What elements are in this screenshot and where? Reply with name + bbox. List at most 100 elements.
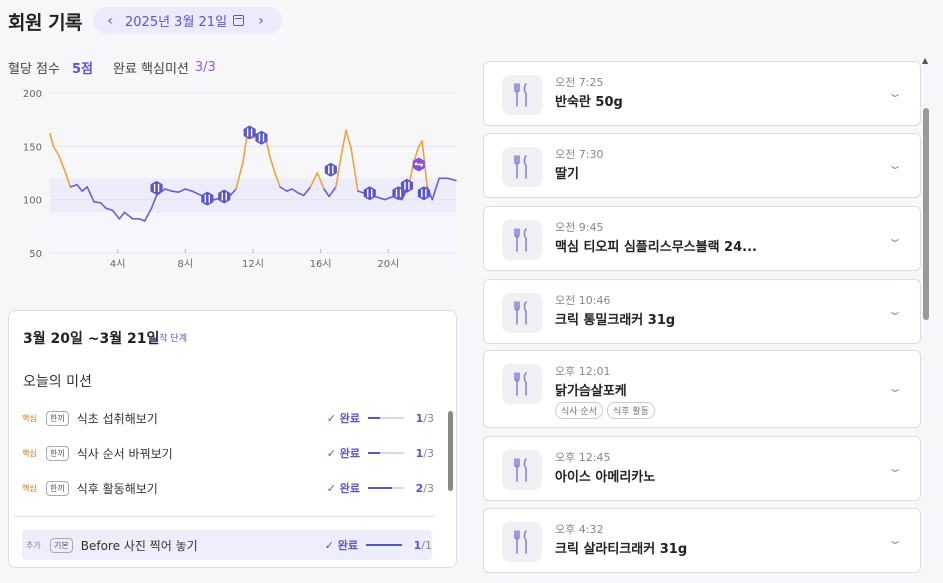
mission-kind: 핵심 <box>22 448 37 458</box>
meal-card[interactable]: 오전 7:30 딸기 ⌄ <box>483 133 921 198</box>
meal-name: 반숙란 50g <box>555 95 623 110</box>
meal-time: 오전 10:46 <box>555 294 611 307</box>
mission-done: ✓ 완료 <box>324 539 358 552</box>
mission-row[interactable]: 핵심 한끼 식초 섭취해보기 ✓ 완료 1/3 <box>22 403 434 433</box>
today-missions-heading: 오늘의 미션 <box>23 374 92 390</box>
utensils-icon <box>502 449 542 490</box>
mission-kind: 핵심 <box>22 483 37 493</box>
x-tick-label: 20시 <box>377 258 399 270</box>
mission-row[interactable]: 핵심 한끼 식사 순서 바꿔보기 ✓ 완료 1/3 <box>22 438 434 468</box>
y-tick-label: 200 <box>23 89 42 100</box>
mission-progress-count: 1/3 <box>415 411 434 425</box>
utensils-icon <box>502 146 542 187</box>
glucose-chart: 200 150 100 50 4시 8시 12시 16시 20시 <box>23 89 457 270</box>
chevron-down-icon[interactable]: ⌄ <box>887 304 903 318</box>
utensils-icon <box>502 364 542 404</box>
utensils-icon <box>502 219 542 260</box>
chevron-down-icon[interactable]: ⌄ <box>887 461 903 475</box>
meal-tags: 식사 순서 식후 활동 <box>555 402 655 419</box>
glucose-line-segment <box>171 190 180 193</box>
meal-card[interactable]: 오후 12:45 아이스 아메리카노 ⌄ <box>483 436 921 501</box>
scroll-up-icon[interactable]: ▲ <box>922 56 928 65</box>
mission-row[interactable]: 추가 기본 Before 사진 찍어 놓기 ✓ 완료 1/1 <box>22 530 432 560</box>
utensils-icon <box>502 292 542 333</box>
chevron-right-icon[interactable]: › <box>254 13 268 29</box>
glucose-line-segment <box>340 129 347 158</box>
mission-name: 식초 섭취해보기 <box>76 411 158 426</box>
meal-name: 아이스 아메리카노 <box>555 470 656 485</box>
glucose-score-label: 혈당 점수 <box>8 62 60 77</box>
core-missions-value: 3/3 <box>194 60 216 75</box>
x-tick-label: 16시 <box>310 258 332 270</box>
y-tick-label: 50 <box>29 249 42 260</box>
meal-name: 닭가슴살포케 <box>555 384 627 399</box>
meal-name: 딸기 <box>555 167 579 182</box>
meal-name: 크릭 통밀크래커 31g <box>555 313 676 328</box>
chevron-left-icon[interactable]: ‹ <box>103 13 117 29</box>
chevron-down-icon[interactable]: ⌄ <box>887 231 903 245</box>
mission-kind: 추가 <box>26 540 41 550</box>
x-tick-label: 12시 <box>242 258 264 270</box>
meal-time: 오후 4:32 <box>555 523 604 536</box>
glucose-line-segment <box>49 132 55 148</box>
chevron-down-icon[interactable]: ⌄ <box>887 533 903 547</box>
x-tick-label: 8시 <box>178 258 194 270</box>
mission-name: Before 사진 찍어 놓기 <box>80 538 198 553</box>
mission-kind: 핵심 <box>22 413 37 423</box>
meal-time: 오후 12:45 <box>555 451 611 464</box>
mission-done: ✓ 완료 <box>326 412 360 425</box>
meal-card[interactable]: 오전 9:45 맥심 티오피 심플리스무스블랙 24... ⌄ <box>483 206 921 271</box>
date-selector[interactable]: ‹ 2025년 3월 21일 › <box>93 7 282 34</box>
mission-row[interactable]: 핵심 한끼 식후 활동해보기 ✓ 완료 2/3 <box>22 473 434 503</box>
meal-time: 오전 7:30 <box>555 148 604 161</box>
meal-card[interactable]: 오후 12:01 닭가슴살포케 ⌄ 식사 순서 식후 활동 <box>483 350 921 428</box>
chevron-down-icon[interactable]: ⌄ <box>887 86 903 100</box>
meal-name: 크릭 살라티크래커 31g <box>555 542 688 557</box>
meal-name: 맥심 티오피 심플리스무스블랙 24... <box>555 240 757 255</box>
glucose-line-segment <box>57 154 67 173</box>
mission-tag: 한끼 <box>46 410 69 426</box>
glucose-line-segment <box>93 201 102 204</box>
y-tick-label: 100 <box>23 196 42 207</box>
current-date: 2025년 3월 21일 <box>125 15 228 30</box>
meal-list-scrollbar[interactable] <box>923 108 929 320</box>
stage-badge: 시작 단계 <box>151 334 187 344</box>
mission-progress-bar <box>368 417 404 419</box>
mission-date-range: 3월 20일 ~3월 21일 <box>23 331 160 347</box>
y-tick-label: 150 <box>23 142 42 153</box>
mission-done: ✓ 완료 <box>326 482 360 495</box>
meal-time: 오전 9:45 <box>555 221 604 234</box>
calendar-icon[interactable] <box>233 15 245 26</box>
mission-progress-count: 1/3 <box>415 446 434 460</box>
chevron-down-icon[interactable]: ⌄ <box>887 158 903 172</box>
meal-marker-icon[interactable] <box>324 162 337 177</box>
glucose-line-segment <box>269 156 276 174</box>
x-tick-label: 4시 <box>110 258 126 270</box>
meal-time: 오후 12:01 <box>555 365 611 378</box>
mission-name: 식사 순서 바꿔보기 <box>76 446 173 461</box>
glucose-line-segment <box>52 145 60 156</box>
meal-card[interactable]: 오전 7:25 반숙란 50g ⌄ <box>483 61 921 126</box>
mission-name: 식후 활동해보기 <box>76 481 158 496</box>
mission-done: ✓ 완료 <box>326 447 360 460</box>
meal-marker-icon[interactable] <box>255 130 268 145</box>
mission-tag: 한끼 <box>46 445 69 461</box>
meal-tag-chip: 식후 활동 <box>606 402 655 419</box>
mission-tag: 기본 <box>50 537 73 553</box>
glucose-line-segment <box>345 129 352 150</box>
mission-divider <box>14 516 434 517</box>
meal-time: 오전 7:25 <box>555 76 604 89</box>
mission-progress-bar <box>368 452 404 454</box>
meal-card[interactable]: 오후 4:32 크릭 살라티크래커 31g ⌄ <box>483 508 921 573</box>
mission-tag: 한끼 <box>46 480 69 496</box>
core-missions-label: 완료 핵심미션 <box>113 62 189 77</box>
page-title: 회원 기록 <box>8 12 83 34</box>
score-row: 혈당 점수 5점 완료 핵심미션 3/3 <box>8 58 216 77</box>
chevron-down-icon[interactable]: ⌄ <box>887 381 903 395</box>
utensils-icon <box>502 74 542 115</box>
glucose-score-value: 5점 <box>71 62 93 77</box>
utensils-icon <box>502 521 542 562</box>
mission-scrollbar[interactable] <box>448 411 453 491</box>
mission-progress-bar <box>366 544 402 546</box>
meal-card[interactable]: 오전 10:46 크릭 통밀크래커 31g ⌄ <box>483 279 921 344</box>
